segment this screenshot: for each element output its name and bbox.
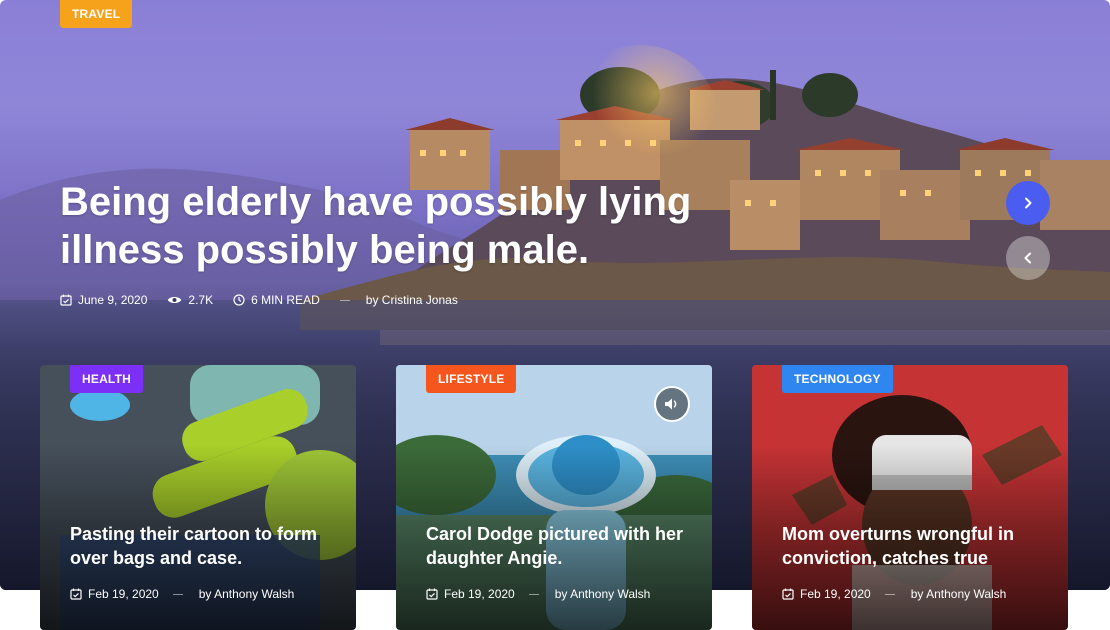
hero-title[interactable]: Being elderly have possibly lying illnes… (60, 178, 760, 274)
card-category-badge[interactable]: LIFESTYLE (426, 365, 517, 393)
hero-views-text: 2.7K (188, 293, 214, 307)
chevron-left-icon (1024, 252, 1031, 264)
card-author[interactable]: by Anthony Walsh (555, 587, 651, 601)
card-author[interactable]: by Anthony Walsh (911, 587, 1007, 601)
hero-category-badge[interactable]: TRAVEL (60, 0, 133, 28)
card-author[interactable]: by Anthony Walsh (199, 587, 295, 601)
hero-date: June 9, 2020 (60, 293, 147, 307)
card-meta: Feb 19, 2020 by Anthony Walsh (426, 587, 664, 601)
calendar-icon (70, 588, 82, 600)
post-card-health[interactable]: HEALTH Pasting their cartoon to form ove… (40, 365, 356, 630)
chevron-right-icon (1025, 197, 1032, 209)
hero-author-text[interactable]: by Cristina Jonas (366, 293, 458, 307)
clock-icon (233, 294, 245, 306)
hero-date-text: June 9, 2020 (78, 293, 148, 307)
card-author-text[interactable]: by Anthony Walsh (911, 587, 1007, 601)
eye-icon (168, 297, 182, 303)
card-category-badge[interactable]: HEALTH (70, 365, 143, 393)
post-card-lifestyle[interactable]: LIFESTYLE Carol Dodge pictured with her … (396, 365, 712, 630)
calendar-icon (426, 588, 438, 600)
card-meta: Feb 19, 2020 by Anthony Walsh (782, 587, 1020, 601)
card-author-text[interactable]: by Anthony Walsh (555, 587, 651, 601)
card-title[interactable]: Carol Dodge pictured with her daughter A… (426, 522, 696, 570)
card-title[interactable]: Pasting their cartoon to form over bags … (70, 522, 340, 570)
post-card-technology[interactable]: TECHNOLOGY Mom overturns wrongful in con… (752, 365, 1068, 630)
slider-next-button[interactable] (1006, 181, 1050, 225)
card-date: Feb 19, 2020 (70, 587, 159, 601)
hero-views: 2.7K (167, 293, 213, 307)
hero-author[interactable]: by Cristina Jonas (366, 293, 458, 307)
hero-read-time-text: 6 MIN READ (251, 293, 320, 307)
meta-divider (528, 593, 539, 595)
card-title[interactable]: Mom overturns wrongful in conviction, ca… (782, 522, 1052, 570)
card-meta: Feb 19, 2020 by Anthony Walsh (70, 587, 308, 601)
slider-prev-button[interactable] (1006, 236, 1050, 280)
card-date-text: Feb 19, 2020 (88, 587, 159, 601)
audio-play-button[interactable] (654, 386, 690, 422)
meta-divider (884, 593, 895, 595)
hero-read-time: 6 MIN READ (233, 293, 320, 307)
calendar-icon (782, 588, 794, 600)
card-date-text: Feb 19, 2020 (444, 587, 515, 601)
meta-divider (339, 299, 350, 301)
card-date: Feb 19, 2020 (782, 587, 871, 601)
card-date-text: Feb 19, 2020 (800, 587, 871, 601)
card-date: Feb 19, 2020 (426, 587, 515, 601)
meta-divider (172, 593, 183, 595)
card-author-text[interactable]: by Anthony Walsh (199, 587, 295, 601)
speaker-icon (665, 398, 677, 410)
hero-meta: June 9, 2020 2.7K 6 MIN READ by Cristina… (60, 293, 478, 307)
calendar-icon (60, 294, 72, 306)
card-category-badge[interactable]: TECHNOLOGY (782, 365, 893, 393)
